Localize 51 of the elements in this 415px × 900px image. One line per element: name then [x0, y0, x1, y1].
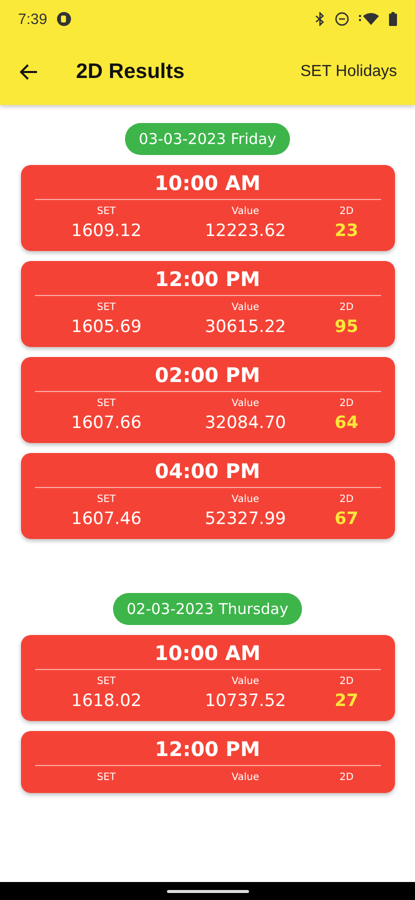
column-label: SET	[97, 676, 116, 687]
status-time: 7:39	[18, 10, 48, 28]
column-label: SET	[97, 398, 116, 409]
bluetooth-icon	[315, 12, 325, 26]
set-index-value: 1605.69	[71, 317, 142, 337]
session-time: 02:00 PM	[34, 363, 380, 392]
column-label: 2D	[339, 302, 354, 313]
traded-value: 12223.62	[204, 221, 286, 241]
battery-icon	[389, 12, 397, 26]
traded-value: 10737.52	[204, 691, 286, 711]
column-label: 2D	[339, 206, 354, 217]
two-d-number: 27	[334, 691, 358, 711]
set-holidays-button[interactable]: SET Holidays	[300, 62, 397, 80]
two-d-number: 23	[334, 221, 358, 241]
column-label: Value	[232, 398, 260, 409]
set-index-value: 1607.66	[71, 413, 142, 433]
traded-value: 30615.22	[204, 317, 286, 337]
column-label: Value	[232, 302, 260, 313]
column-label: Value	[232, 772, 260, 783]
home-handle[interactable]	[166, 890, 248, 892]
column-label: SET	[97, 206, 116, 217]
column-label: SET	[97, 494, 116, 505]
column-label: SET	[97, 302, 116, 313]
session-time: 12:00 PM	[34, 737, 380, 766]
two-d-number: 95	[334, 317, 358, 337]
session-time: 04:00 PM	[34, 459, 380, 488]
two-d-number: 64	[334, 413, 358, 433]
set-index-value: 1618.02	[71, 691, 142, 711]
column-label: SET	[97, 772, 116, 783]
column-label: Value	[232, 676, 260, 687]
set-index-value: 1609.12	[71, 221, 142, 241]
column-label: Value	[232, 494, 260, 505]
two-d-number: 67	[334, 509, 358, 529]
back-arrow-icon[interactable]	[20, 64, 38, 80]
column-label: 2D	[339, 772, 354, 783]
traded-value: 52327.99	[204, 509, 286, 529]
column-label: 2D	[339, 398, 354, 409]
screen-title: 2D Results	[76, 60, 185, 84]
wifi-icon	[359, 12, 379, 26]
app-notification-icon	[57, 12, 72, 26]
column-label: 2D	[339, 494, 354, 505]
column-label: Value	[232, 206, 260, 217]
traded-value: 32084.70	[204, 413, 286, 433]
session-time: 10:00 AM	[34, 641, 380, 670]
session-time: 12:00 PM	[34, 267, 380, 296]
session-time: 10:00 AM	[34, 171, 380, 200]
do-not-disturb-icon	[335, 12, 349, 26]
date-label: 03-03-2023 Friday	[124, 123, 290, 155]
date-label: 02-03-2023 Thursday	[112, 593, 302, 625]
set-index-value: 1607.46	[71, 509, 142, 529]
column-label: 2D	[339, 676, 354, 687]
